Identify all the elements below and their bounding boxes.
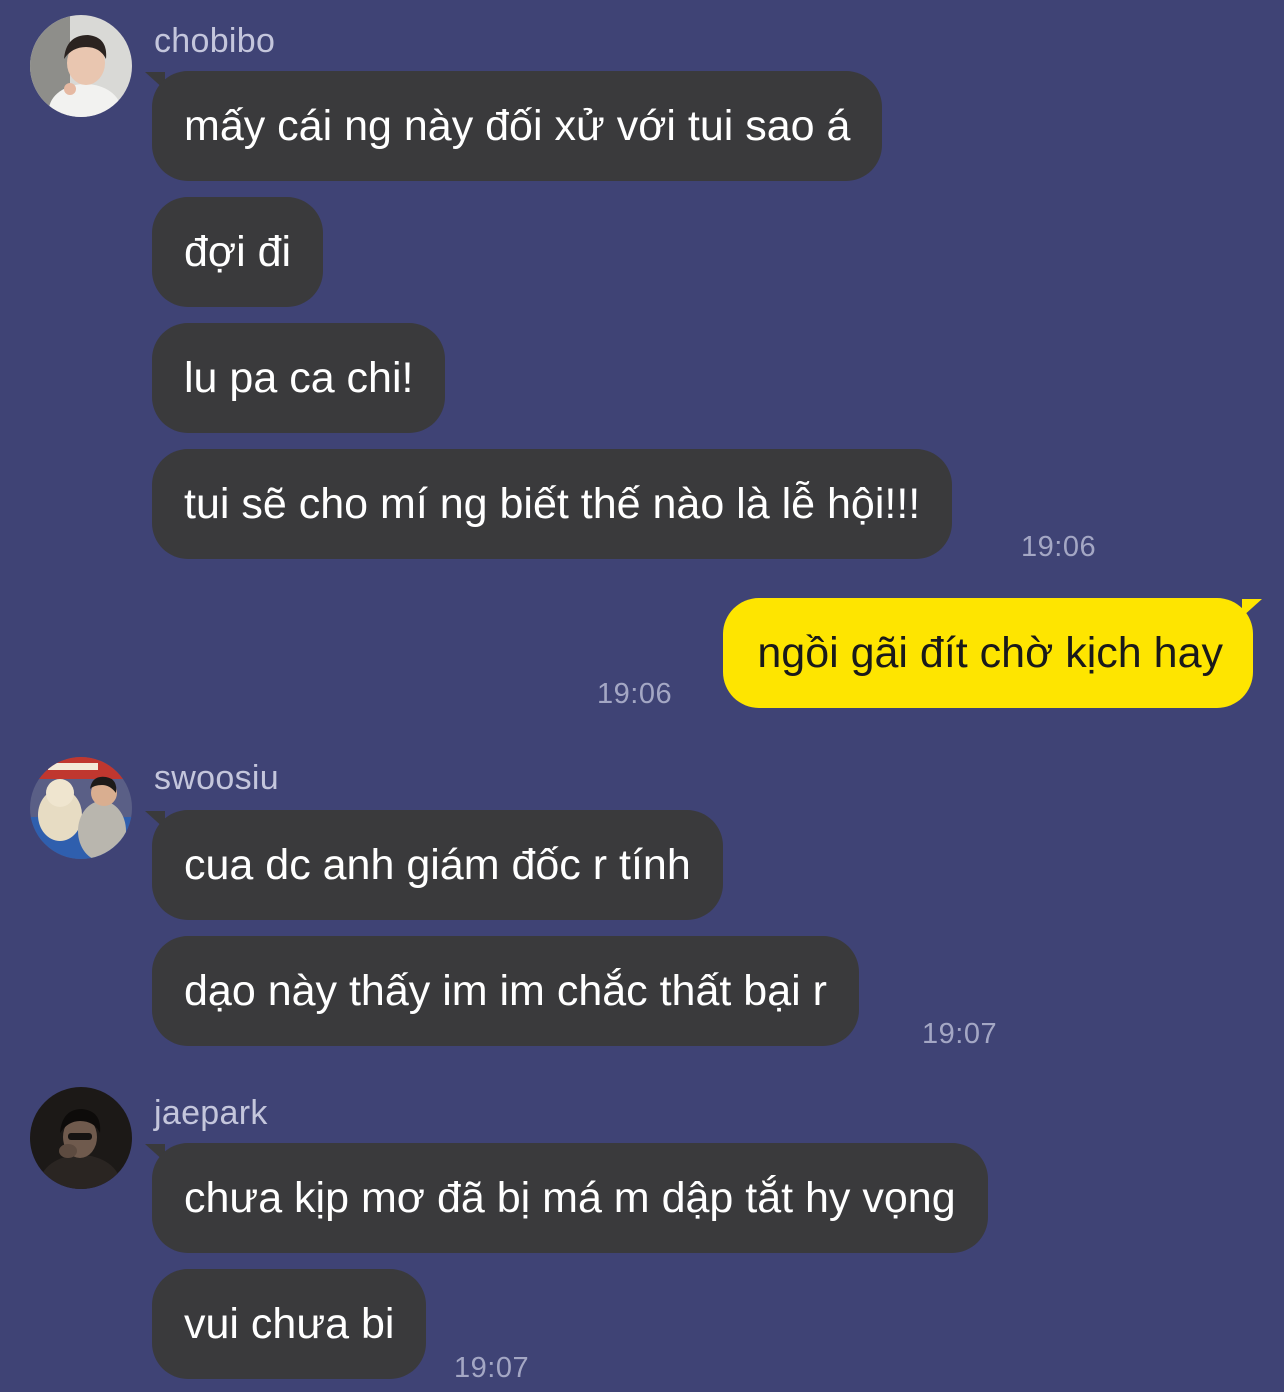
message-bubble[interactable]: chưa kịp mơ đã bị má m dập tắt hy vọng	[152, 1143, 988, 1253]
message-timestamp: 19:06	[1021, 531, 1097, 563]
message-bubble[interactable]: mấy cái ng này đối xử với tui sao á	[152, 71, 883, 181]
avatar-swoosiu[interactable]	[30, 757, 132, 859]
bubble-tail-outgoing	[1242, 599, 1262, 617]
sender-name-jaepark: jaepark	[154, 1094, 268, 1132]
avatar-chobibo[interactable]	[30, 15, 132, 117]
message-timestamp: 19:06	[597, 678, 673, 710]
message-bubble[interactable]: lu pa ca chi!	[152, 323, 446, 433]
profile-photo-chobibo	[30, 15, 132, 117]
profile-photo-swoosiu	[30, 757, 132, 859]
message-timestamp: 19:07	[922, 1018, 998, 1050]
message-bubble-outgoing[interactable]: ngồi gãi đít chờ kịch hay	[723, 598, 1253, 708]
sender-name-chobibo: chobibo	[154, 22, 276, 60]
avatar-jaepark[interactable]	[30, 1087, 132, 1189]
message-bubble[interactable]: dạo này thấy im im chắc thất bại r	[152, 936, 859, 1046]
message-bubble[interactable]: cua dc anh giám đốc r tính	[152, 810, 723, 920]
profile-photo-jaepark	[30, 1087, 132, 1189]
message-bubble[interactable]: tui sẽ cho mí ng biết thế nào là lễ hội!…	[152, 449, 953, 559]
sender-name-swoosiu: swoosiu	[154, 759, 279, 797]
message-bubble[interactable]: đợi đi	[152, 197, 324, 307]
message-bubble[interactable]: vui chưa bi	[152, 1269, 427, 1379]
message-timestamp: 19:07	[454, 1352, 530, 1384]
